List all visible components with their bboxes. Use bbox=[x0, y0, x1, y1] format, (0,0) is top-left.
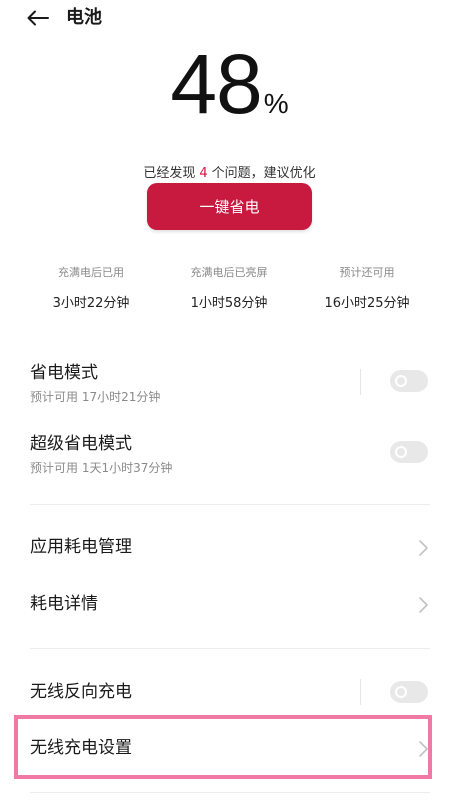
power-saving-mode-subtitle: 预计可用 17小时21分钟 bbox=[30, 390, 161, 404]
super-power-saving-mode-subtitle: 预计可用 1天1小时37分钟 bbox=[30, 461, 173, 475]
wireless-reverse-charging-row[interactable]: 无线反向充电 bbox=[30, 679, 430, 707]
chevron-right-icon bbox=[419, 540, 428, 556]
back-button[interactable] bbox=[24, 6, 52, 30]
one-tap-optimize-button[interactable]: 一键省电 bbox=[147, 183, 312, 230]
toggle-knob bbox=[395, 446, 407, 458]
power-saving-mode-title: 省电模式 bbox=[30, 363, 98, 383]
wireless-reverse-charging-toggle[interactable] bbox=[390, 681, 428, 703]
power-saving-mode-toggle[interactable] bbox=[390, 370, 428, 392]
row-divider bbox=[360, 369, 361, 395]
super-power-saving-mode-row[interactable]: 超级省电模式 预计可用 1天1小时37分钟 bbox=[30, 433, 430, 481]
wireless-charging-settings-title: 无线充电设置 bbox=[30, 738, 132, 758]
section-divider bbox=[30, 504, 430, 505]
stat-screen-on-since-full: 充满电后已亮屏 1小时58分钟 bbox=[159, 264, 299, 311]
battery-percent-unit: % bbox=[263, 88, 289, 119]
wireless-reverse-charging-title: 无线反向充电 bbox=[30, 682, 132, 702]
power-details-title: 耗电详情 bbox=[30, 594, 98, 614]
issues-suffix: 个问题，建议优化 bbox=[211, 166, 316, 181]
super-power-saving-mode-toggle[interactable] bbox=[390, 441, 428, 463]
power-saving-mode-row[interactable]: 省电模式 预计可用 17小时21分钟 bbox=[30, 362, 430, 410]
chevron-right-icon bbox=[419, 741, 428, 757]
stat-label: 充满电后已用 bbox=[58, 266, 124, 279]
issues-summary: 已经发现 4 个问题，建议优化 bbox=[0, 162, 459, 181]
issues-count: 4 bbox=[199, 166, 208, 181]
stat-value: 3小时22分钟 bbox=[52, 296, 130, 311]
back-arrow-icon bbox=[27, 10, 49, 26]
wireless-charging-settings-row[interactable]: 无线充电设置 bbox=[30, 737, 430, 763]
page-title: 电池 bbox=[66, 7, 102, 28]
battery-percent-number: 48 bbox=[170, 37, 262, 131]
section-divider bbox=[30, 792, 430, 793]
super-power-saving-mode-title: 超级省电模式 bbox=[30, 434, 132, 454]
row-divider bbox=[360, 679, 361, 705]
issues-prefix: 已经发现 bbox=[143, 166, 196, 181]
stat-label: 充满电后已亮屏 bbox=[190, 266, 268, 279]
header: 电池 bbox=[0, 0, 459, 40]
toggle-knob bbox=[395, 375, 407, 387]
stat-value: 1小时58分钟 bbox=[190, 296, 268, 311]
stat-remaining-estimate: 预计还可用 16小时25分钟 bbox=[297, 264, 437, 311]
app-power-management-row[interactable]: 应用耗电管理 bbox=[30, 536, 430, 562]
stat-value: 16小时25分钟 bbox=[324, 296, 410, 311]
stat-label: 预计还可用 bbox=[339, 266, 395, 279]
toggle-knob bbox=[395, 686, 407, 698]
chevron-right-icon bbox=[419, 597, 428, 613]
stat-used-since-full: 充满电后已用 3小时22分钟 bbox=[21, 264, 161, 311]
battery-percentage: 48% bbox=[0, 42, 459, 126]
section-divider bbox=[30, 648, 430, 649]
app-power-management-title: 应用耗电管理 bbox=[30, 537, 132, 557]
power-details-row[interactable]: 耗电详情 bbox=[30, 593, 430, 619]
